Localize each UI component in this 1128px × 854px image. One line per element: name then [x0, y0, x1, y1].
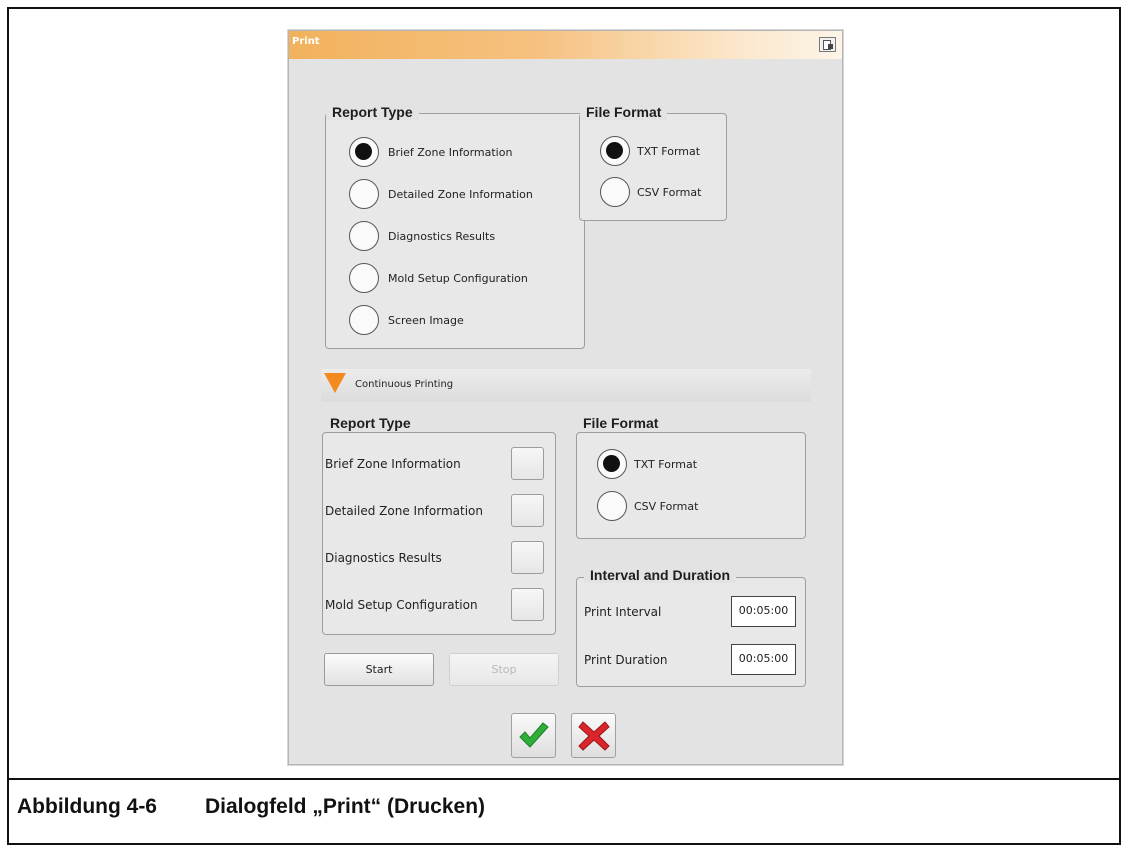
print-interval-label: Print Interval: [584, 605, 662, 619]
cancel-button[interactable]: [571, 713, 616, 758]
file-format-legend: File Format: [580, 104, 668, 120]
checkbox-diagnostics-results[interactable]: [511, 541, 544, 574]
radio-label: TXT Format: [634, 458, 698, 471]
figure-number: Abbildung 4-6: [17, 795, 157, 818]
radio-label: Diagnostics Results: [388, 230, 496, 243]
print-interval-field[interactable]: 00:05:00: [731, 596, 796, 627]
dialog-title: Print: [292, 36, 320, 47]
start-button[interactable]: Start: [324, 653, 434, 686]
checkbox-label: Mold Setup Configuration: [325, 598, 478, 612]
checkbox-brief-zone-information[interactable]: [511, 447, 544, 480]
dialog-titlebar: Print: [289, 31, 842, 59]
radio-txt-format[interactable]: [600, 136, 630, 166]
triangle-down-icon: [324, 373, 346, 393]
radio-label: TXT Format: [637, 145, 701, 158]
radio-csv-format[interactable]: [600, 177, 630, 207]
checkbox-label: Diagnostics Results: [325, 551, 442, 565]
checkbox-label: Brief Zone Information: [325, 457, 461, 471]
checkbox-label: Detailed Zone Information: [325, 504, 483, 518]
window-icon[interactable]: [819, 37, 836, 52]
print-dialog: Print Report Type Brief Zone Information…: [288, 30, 843, 765]
radio-continuous-txt-format[interactable]: [597, 449, 627, 479]
radio-label: Mold Setup Configuration: [388, 272, 528, 285]
ok-button[interactable]: [511, 713, 556, 758]
continuous-printing-expander[interactable]: Continuous Printing: [321, 369, 811, 402]
x-icon: [578, 721, 610, 751]
checkbox-mold-setup-configuration[interactable]: [511, 588, 544, 621]
radio-detailed-zone-information[interactable]: [349, 179, 379, 209]
radio-screen-image[interactable]: [349, 305, 379, 335]
radio-mold-setup-configuration[interactable]: [349, 263, 379, 293]
caption-separator: [7, 778, 1121, 780]
radio-brief-zone-information[interactable]: [349, 137, 379, 167]
report-type-legend: Report Type: [326, 104, 419, 120]
radio-label: CSV Format: [634, 500, 699, 513]
radio-label: Screen Image: [388, 314, 464, 327]
continuous-report-type-legend: Report Type: [324, 415, 417, 431]
expander-label: Continuous Printing: [355, 379, 454, 390]
radio-diagnostics-results[interactable]: [349, 221, 379, 251]
stop-button[interactable]: Stop: [449, 653, 559, 686]
checkmark-icon: [519, 722, 549, 748]
file-format-group: [579, 113, 727, 221]
checkbox-detailed-zone-information[interactable]: [511, 494, 544, 527]
radio-label: Detailed Zone Information: [388, 188, 533, 201]
print-duration-label: Print Duration: [584, 653, 668, 667]
figure-caption: Dialogfeld „Print“ (Drucken): [205, 795, 486, 818]
radio-label: Brief Zone Information: [388, 146, 513, 159]
radio-continuous-csv-format[interactable]: [597, 491, 627, 521]
interval-duration-legend: Interval and Duration: [584, 567, 737, 583]
print-duration-field[interactable]: 00:05:00: [731, 644, 796, 675]
continuous-file-format-legend: File Format: [577, 415, 665, 431]
radio-label: CSV Format: [637, 186, 702, 199]
